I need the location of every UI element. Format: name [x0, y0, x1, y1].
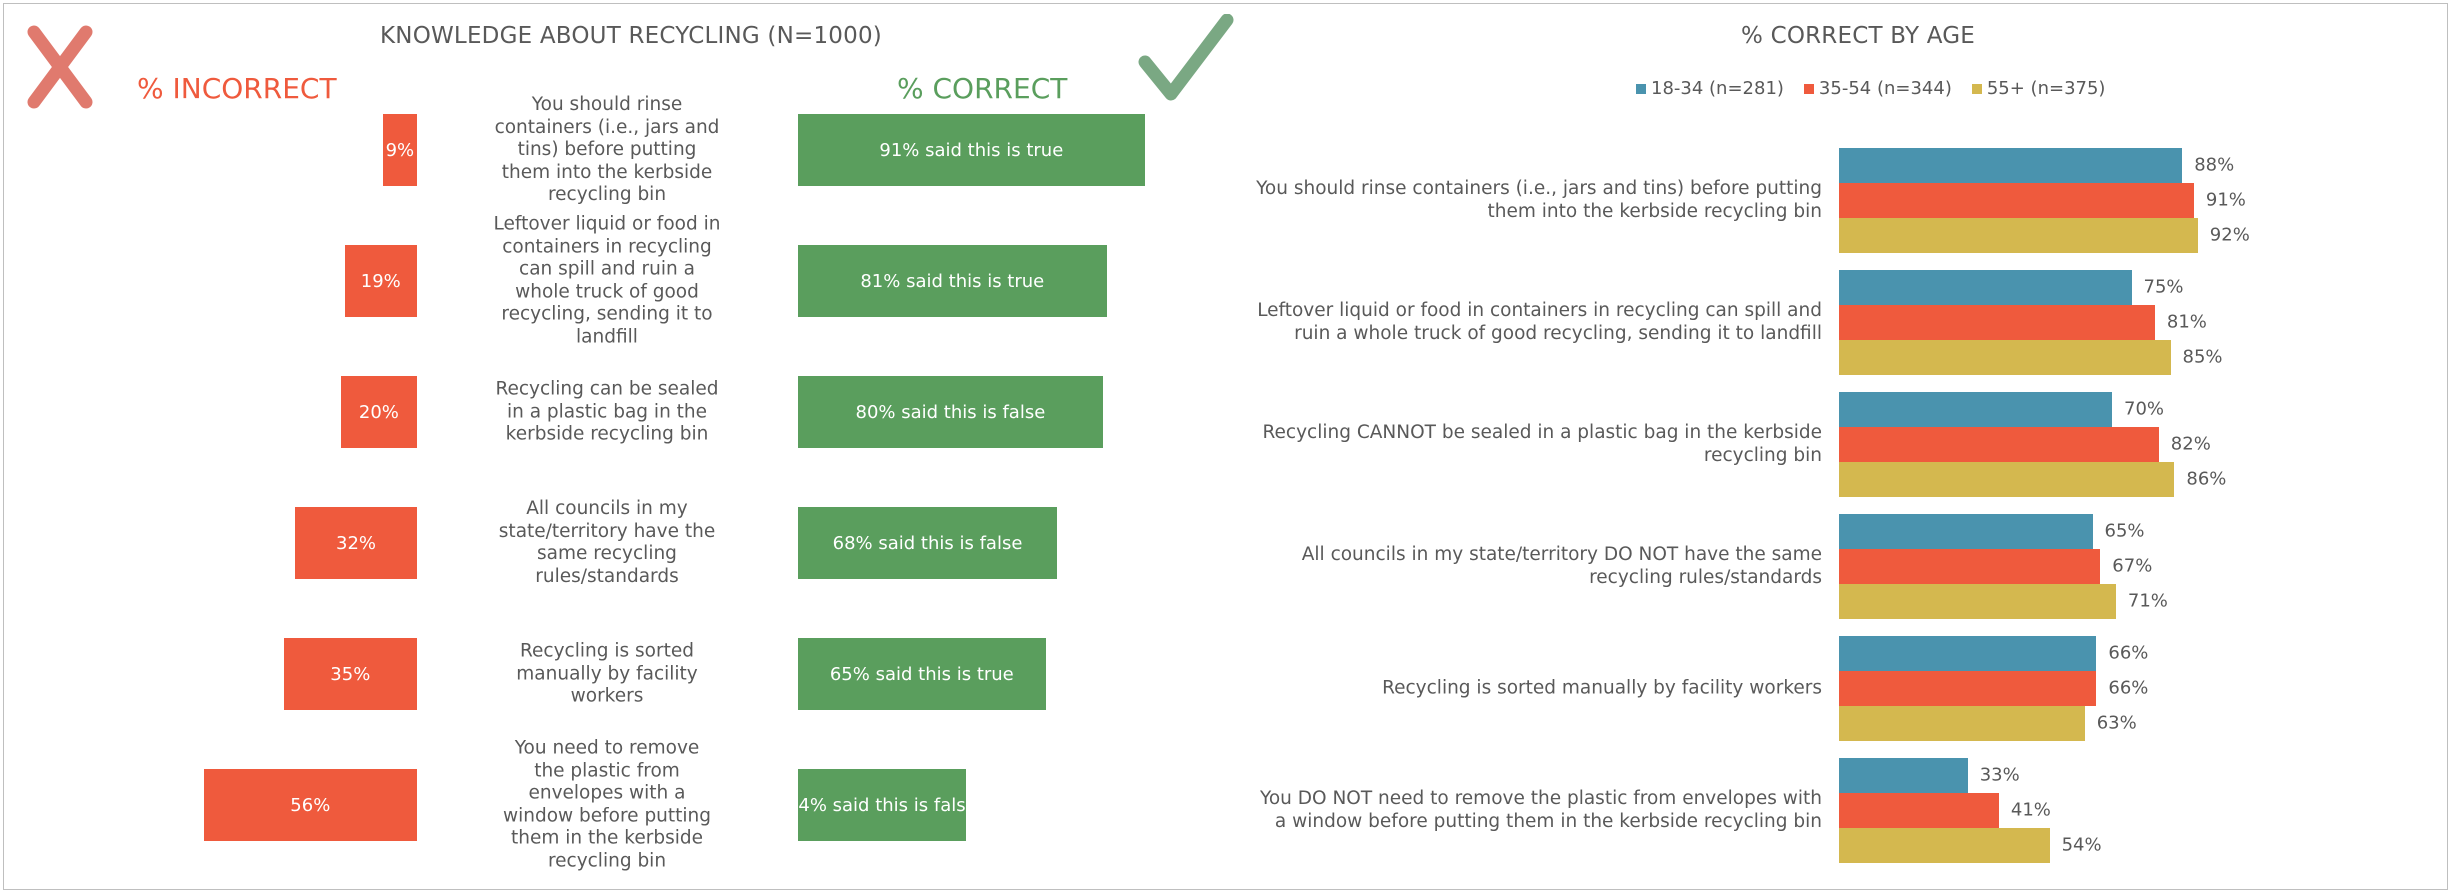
data-label: 88% [2194, 154, 2235, 176]
data-label: 66% [2108, 677, 2149, 699]
incorrect-bar: 56% [203, 769, 417, 841]
age-18-34-bar [1839, 392, 2112, 427]
incorrect-bar: 35% [283, 638, 417, 710]
age-35-54-bar [1839, 549, 2101, 584]
age-18-34-bar [1839, 270, 2132, 305]
age-55-plus-bar [1839, 828, 2050, 863]
cross-icon [27, 25, 93, 109]
incorrect-bar: 19% [344, 245, 417, 317]
legend: 18-34 (n=281) 35-54 (n=344) 55+ (n=375) [1636, 78, 2105, 99]
correct-bar: 65% said this is true [798, 638, 1046, 710]
incorrect-bar: 32% [295, 507, 417, 579]
data-label: 63% [2096, 712, 2137, 734]
age-55-plus-bar [1839, 706, 2085, 741]
category-label: You should rinse containers (i.e., jars … [1256, 178, 1822, 223]
data-label: 81% [2166, 311, 2207, 333]
left-chart-title: KNOWLEDGE ABOUT RECYCLING (N=1000) [380, 23, 882, 49]
age-35-54-bar [1839, 793, 1999, 828]
legend-swatch [1636, 83, 1646, 94]
age-35-54-bar [1839, 183, 2194, 218]
legend-label: 55+ (n=375) [1986, 78, 2106, 99]
incorrect-header: % INCORRECT [137, 72, 337, 105]
data-label: 71% [2127, 590, 2168, 612]
age-18-34-bar [1839, 514, 2093, 549]
data-label: 41% [2010, 799, 2051, 821]
correct-bar: 68% said this is false [798, 507, 1058, 579]
age-35-54-bar [1839, 427, 2159, 462]
statement-label: Recycling can be sealed in a plastic bag… [495, 378, 719, 445]
data-label: 86% [2186, 468, 2227, 490]
incorrect-bar: 20% [340, 376, 417, 448]
age-55-plus-bar [1839, 218, 2198, 253]
statement-label: You need to remove the plastic from enve… [502, 737, 712, 872]
data-label: 70% [2124, 398, 2165, 420]
legend-label: 18-34 (n=281) [1651, 78, 1784, 99]
age-35-54-bar [1839, 305, 2155, 340]
category-label: You DO NOT need to remove the plastic fr… [1259, 788, 1822, 833]
statement-label: All councils in my state/territory have … [498, 498, 716, 587]
correct-header: % CORRECT [897, 72, 1068, 105]
age-55-plus-bar [1839, 462, 2175, 497]
data-label: 33% [1979, 764, 2020, 786]
data-label: 75% [2143, 276, 2184, 298]
data-label: 66% [2108, 642, 2149, 664]
category-label: Leftover liquid or food in containers in… [1257, 300, 1822, 345]
age-35-54-bar [1839, 671, 2097, 706]
statement-label: You should rinse containers (i.e., jars … [494, 93, 720, 205]
age-18-34-bar [1839, 758, 1968, 793]
data-label: 67% [2112, 555, 2153, 577]
legend-label: 35-54 (n=344) [1818, 78, 1952, 99]
data-label: 85% [2182, 346, 2223, 368]
category-label: Recycling is sorted manually by facility… [1382, 677, 1822, 699]
age-55-plus-bar [1839, 584, 2116, 619]
incorrect-bar: 9% [382, 114, 417, 186]
correct-bar: 80% said this is false [798, 376, 1103, 448]
data-label: 54% [2061, 834, 2102, 856]
check-icon [1138, 14, 1234, 101]
data-label: 91% [2205, 189, 2246, 211]
legend-swatch [1971, 83, 1982, 94]
statement-label: Leftover liquid or food in containers in… [493, 213, 721, 348]
data-label: 82% [2170, 433, 2211, 455]
legend-item-55-plus: 55+ (n=375) [1971, 78, 2106, 99]
legend-item-35-54: 35-54 (n=344) [1803, 78, 1952, 99]
right-chart-title: % CORRECT BY AGE [1741, 23, 1976, 49]
correct-bar: 44% said this is false [787, 769, 977, 841]
statement-label: Recycling is sorted manually by facility… [516, 640, 698, 707]
legend-item-18-34: 18-34 (n=281) [1636, 78, 1784, 99]
legend-swatch [1803, 83, 1814, 94]
age-55-plus-bar [1839, 340, 2171, 375]
age-18-34-bar [1839, 636, 2097, 671]
category-label: All councils in my state/territory DO NO… [1301, 544, 1822, 589]
correct-bar: 91% said this is true [798, 114, 1145, 186]
data-label: 92% [2209, 224, 2250, 246]
age-18-34-bar [1839, 148, 2183, 183]
correct-bar: 81% said this is true [798, 245, 1107, 317]
category-label: Recycling CANNOT be sealed in a plastic … [1262, 422, 1822, 467]
data-label: 65% [2104, 520, 2145, 542]
